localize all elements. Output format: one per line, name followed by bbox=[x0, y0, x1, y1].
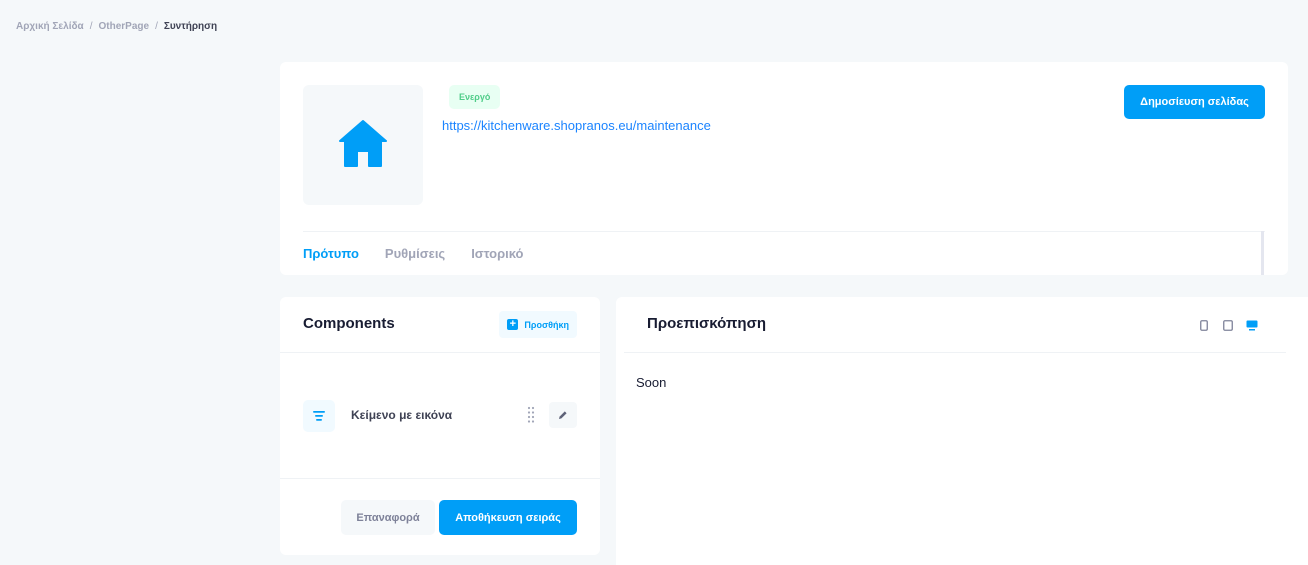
tab-history[interactable]: Ιστορικό bbox=[471, 246, 523, 261]
device-switcher bbox=[1198, 319, 1258, 331]
tab-settings[interactable]: Ρυθμίσεις bbox=[385, 246, 445, 261]
add-component-label: Προσθήκη bbox=[524, 319, 569, 330]
status-badge: Ενεργό bbox=[449, 85, 501, 109]
page-thumbnail bbox=[303, 85, 423, 205]
tab-template[interactable]: Πρότυπο bbox=[303, 246, 359, 261]
drag-handle-icon[interactable] bbox=[527, 406, 535, 424]
add-component-button[interactable]: + Προσθήκη bbox=[499, 311, 577, 338]
components-title: Components bbox=[303, 315, 395, 332]
breadcrumb-current: Συντήρηση bbox=[163, 21, 218, 32]
page-tabs: Πρότυπο Ρυθμίσεις Ιστορικό bbox=[303, 246, 524, 261]
preview-card: Προεπισκόπηση Soon bbox=[616, 297, 1308, 565]
components-footer-divider bbox=[280, 478, 600, 479]
save-order-button[interactable]: Αποθήκευση σειράς bbox=[439, 500, 577, 535]
mobile-icon[interactable] bbox=[1198, 319, 1210, 331]
desktop-icon[interactable] bbox=[1246, 319, 1258, 331]
page-header-card: Ενεργό https://kitchenware.shopranos.eu/… bbox=[280, 62, 1288, 275]
edit-component-button[interactable] bbox=[549, 402, 577, 428]
breadcrumb-home[interactable]: Αρχική Σελίδα bbox=[16, 21, 84, 32]
page-url-link[interactable]: https://kitchenware.shopranos.eu/mainten… bbox=[442, 118, 711, 133]
breadcrumb: Αρχική Σελίδα / OtherPage / Συντήρηση bbox=[16, 21, 217, 32]
preview-content: Soon bbox=[636, 375, 667, 390]
components-divider bbox=[280, 352, 600, 353]
preview-title: Προεπισκόπηση bbox=[647, 315, 766, 332]
breadcrumb-otherpage[interactable]: OtherPage bbox=[99, 21, 150, 32]
tabs-divider bbox=[303, 231, 1265, 232]
publish-page-button[interactable]: Δημοσίευση σελίδας bbox=[1124, 85, 1265, 119]
plus-icon: + bbox=[507, 319, 519, 330]
home-icon bbox=[338, 118, 388, 173]
preview-divider bbox=[624, 352, 1286, 353]
pencil-icon bbox=[558, 408, 568, 423]
tablet-icon[interactable] bbox=[1222, 319, 1234, 331]
breadcrumb-separator: / bbox=[155, 21, 158, 32]
tabs-scrollbar[interactable] bbox=[1261, 231, 1264, 275]
reset-button[interactable]: Επαναφορά bbox=[341, 500, 435, 535]
text-align-icon bbox=[303, 400, 335, 432]
components-card: Components + Προσθήκη Κείμενο με εικόνα bbox=[280, 297, 600, 555]
component-item[interactable]: Κείμενο με εικόνα bbox=[303, 400, 577, 432]
component-label: Κείμενο με εικόνα bbox=[351, 408, 453, 422]
breadcrumb-separator: / bbox=[89, 21, 93, 32]
